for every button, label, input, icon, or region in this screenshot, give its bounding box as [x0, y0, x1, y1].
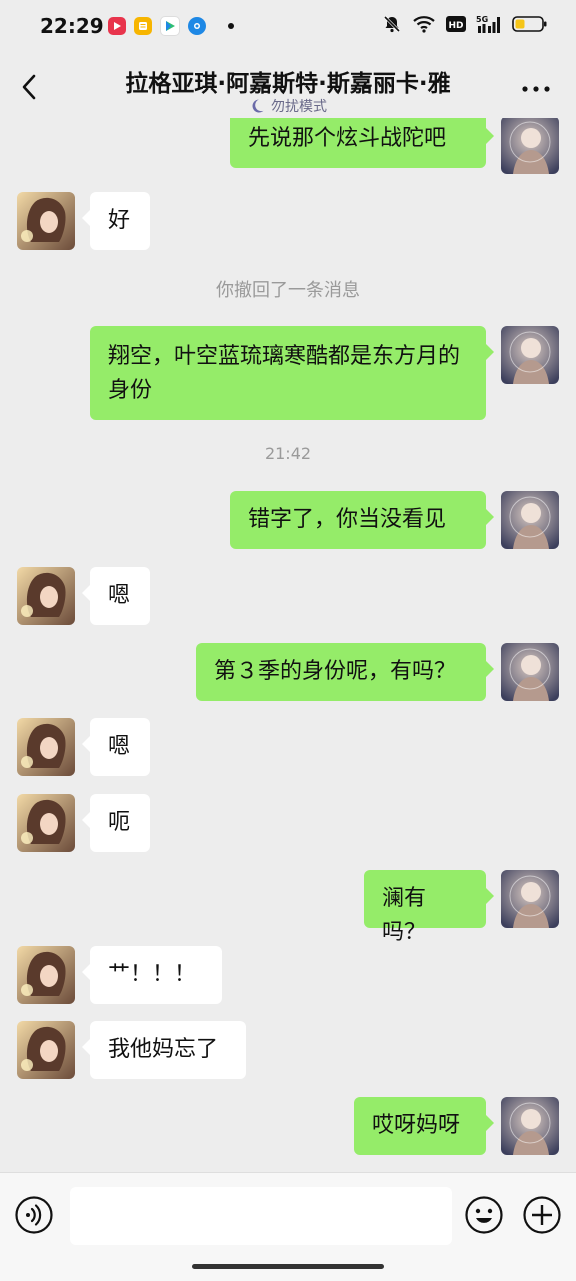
- more-functions-icon[interactable]: [522, 1195, 562, 1235]
- battery-icon: [512, 16, 547, 32]
- contact-avatar[interactable]: [17, 1021, 75, 1079]
- status-indicators: HD 5G: [382, 14, 548, 34]
- my-avatar[interactable]: [501, 326, 559, 384]
- message-bubble-received[interactable]: 我他妈忘了: [82, 1021, 246, 1079]
- more-options-icon[interactable]: [522, 86, 550, 92]
- video-app-icon: [108, 17, 126, 35]
- my-avatar[interactable]: [501, 491, 559, 549]
- notification-dot: [228, 23, 234, 29]
- recall-notice: 你撤回了一条消息: [216, 280, 360, 301]
- status-time: 22:29: [40, 14, 104, 38]
- my-avatar[interactable]: [501, 1097, 559, 1155]
- signal-5g-icon: 5G: [476, 15, 500, 33]
- message-bubble-sent[interactable]: 错字了，你当没看见: [230, 491, 494, 549]
- message-input[interactable]: [70, 1187, 452, 1245]
- message-bubble-received[interactable]: 呃: [82, 794, 150, 852]
- my-avatar[interactable]: [501, 118, 559, 174]
- play-app-icon: [160, 16, 180, 36]
- dnd-label: 勿扰模式: [271, 99, 327, 115]
- moon-icon: [252, 99, 264, 113]
- svg-text:5G: 5G: [476, 15, 488, 24]
- browser-app-icon: [188, 17, 206, 35]
- emoji-icon[interactable]: [464, 1195, 504, 1235]
- chat-header: 拉格亚琪·阿嘉斯特·斯嘉丽卡·雅 勿扰模式: [0, 52, 576, 118]
- message-bubble-received[interactable]: 好: [82, 192, 150, 250]
- message-bubble-sent[interactable]: 翔空，叶空蓝琉璃寒酷都是东方月的身份: [90, 326, 494, 420]
- notes-app-icon: [134, 17, 152, 35]
- message-bubble-received[interactable]: 艹！！！: [82, 946, 222, 1004]
- contact-avatar[interactable]: [17, 946, 75, 1004]
- message-bubble-sent[interactable]: 先说那个炫斗战陀吧: [230, 118, 494, 168]
- contact-avatar[interactable]: [17, 718, 75, 776]
- mute-bell-icon: [383, 15, 401, 33]
- message-bubble-sent[interactable]: 澜有吗？: [364, 870, 494, 945]
- svg-text:HD: HD: [448, 21, 463, 31]
- wifi-icon: [413, 16, 435, 33]
- contact-avatar[interactable]: [17, 567, 75, 625]
- chat-title[interactable]: 拉格亚琪·阿嘉斯特·斯嘉丽卡·雅: [100, 64, 476, 98]
- contact-avatar[interactable]: [17, 794, 75, 852]
- message-bubble-received[interactable]: 嗯: [82, 567, 150, 625]
- message-bubble-received[interactable]: 嗯: [82, 718, 150, 776]
- hd-icon: HD: [446, 16, 466, 32]
- status-app-icons: [108, 16, 234, 36]
- message-list[interactable]: 先说那个炫斗战陀吧 好 你撤回了一条消息 翔空，叶空蓝琉璃寒酷都是东方月的身份 …: [0, 118, 576, 1172]
- message-bubble-sent[interactable]: 第３季的身份呢，有吗？: [196, 643, 494, 701]
- my-avatar[interactable]: [501, 870, 559, 928]
- timestamp: 21:42: [264, 444, 312, 463]
- do-not-disturb-status: 勿扰模式: [0, 96, 576, 116]
- voice-input-icon[interactable]: [14, 1195, 54, 1235]
- contact-avatar[interactable]: [17, 192, 75, 250]
- status-bar: 22:29 HD 5G: [0, 0, 576, 52]
- my-avatar[interactable]: [501, 643, 559, 701]
- message-bubble-sent[interactable]: 哎呀妈呀: [354, 1097, 494, 1155]
- home-indicator[interactable]: [192, 1264, 384, 1269]
